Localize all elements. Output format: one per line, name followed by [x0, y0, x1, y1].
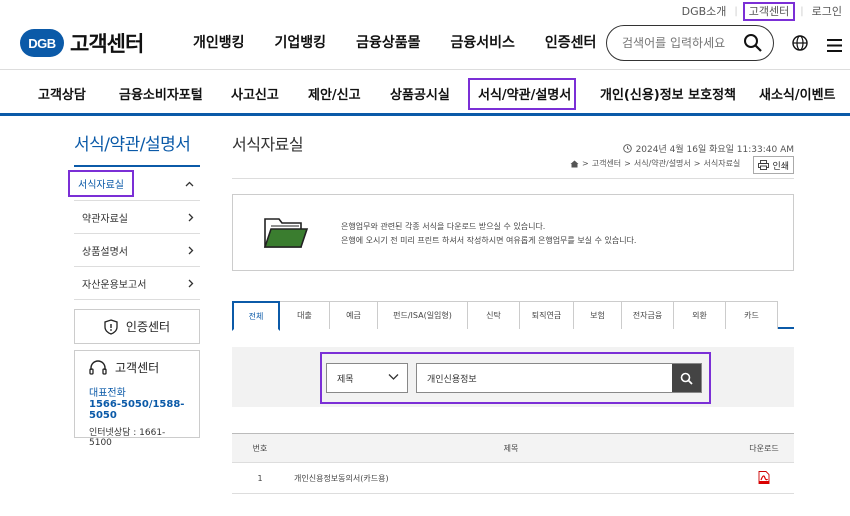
logo-text: 고객센터: [70, 32, 144, 56]
lnb-item-label: 상품설명서: [82, 246, 128, 258]
globe-icon[interactable]: [792, 35, 808, 55]
auth-center-label: 인증센터: [125, 320, 171, 334]
site-search-input[interactable]: [622, 36, 740, 50]
site-search: [606, 25, 774, 61]
col-title: 제목: [503, 443, 519, 453]
printer-icon: [758, 160, 770, 170]
pdf-download-icon[interactable]: [758, 470, 770, 484]
datetime-text: 2024년 4월 16일 화요일 11:33:40 AM: [635, 145, 794, 155]
breadcrumb-item[interactable]: 서식자료실: [703, 158, 740, 169]
print-button[interactable]: 인쇄: [753, 156, 794, 174]
row-download: [734, 470, 794, 486]
search-icon: [680, 372, 693, 385]
chevron-right-icon: [188, 246, 194, 254]
util-about-link[interactable]: DGB소개: [674, 3, 735, 19]
tab-e-banking[interactable]: 전자금융: [622, 301, 674, 329]
tab-pension[interactable]: 퇴직연금: [520, 301, 574, 329]
table-header: 번호 제목 다운로드: [232, 433, 794, 463]
tab-fund-isa[interactable]: 펀드/ISA(일임형): [378, 301, 468, 329]
lnb-item-forms[interactable]: 서식자료실: [68, 167, 200, 201]
util-cs-center-link[interactable]: 고객센터: [742, 2, 796, 21]
info-line-1: 은행업무와 관련된 각종 서식을 다운로드 받으실 수 있습니다.: [341, 222, 546, 231]
subnav-item[interactable]: 상품공시실: [390, 84, 450, 103]
header: DGB 고객센터 개인뱅킹 기업뱅킹 금융상품몰 금융서비스 인증센터: [0, 18, 850, 70]
gnb-item[interactable]: 금융서비스: [450, 32, 514, 52]
global-nav: 개인뱅킹 기업뱅킹 금융상품몰 금융서비스 인증센터: [193, 32, 626, 52]
search-query-input[interactable]: 개인신용정보: [416, 363, 702, 393]
row-no: 1: [257, 473, 263, 483]
lnb-title: 서식/약관/설명서: [74, 130, 200, 167]
logo-badge: DGB: [20, 29, 64, 57]
breadcrumb-separator: >: [693, 159, 701, 168]
tab-card[interactable]: 카드: [726, 301, 778, 329]
chevron-right-icon: [188, 279, 194, 287]
col-no: 번호: [252, 443, 268, 453]
home-icon[interactable]: [570, 160, 579, 168]
clock-icon: [622, 144, 632, 153]
tab-deposit[interactable]: 예금: [330, 301, 378, 329]
form-search-area: 제목 개인신용정보: [232, 347, 794, 407]
lnb-item-descriptions[interactable]: 상품설명서: [74, 234, 200, 267]
subnav-item-active[interactable]: 서식/약관/설명서: [478, 84, 571, 103]
cs-info-box: 고객센터 대표전화 1566-5050/1588-5050 인터넷상담 : 16…: [74, 350, 200, 448]
tab-all[interactable]: 전체: [232, 301, 280, 331]
sub-nav: 고객상담 금융소비자포털 사고신고 제안/신고 상품공시실 서식/약관/설명서 …: [0, 71, 850, 116]
subnav-item[interactable]: 새소식/이벤트: [759, 84, 836, 103]
cs-title: 고객센터: [115, 361, 160, 375]
hamburger-menu-icon[interactable]: [827, 37, 842, 56]
subnav-item[interactable]: 금융소비자포털: [119, 84, 203, 103]
search-icon[interactable]: [743, 33, 763, 57]
cs-phone: 1566-5050/1588-5050: [89, 399, 185, 421]
lnb-item-label: 약관자료실: [82, 213, 128, 225]
tab-forex[interactable]: 외환: [674, 301, 726, 329]
shield-icon: [104, 318, 118, 335]
info-box: 은행업무와 관련된 각종 서식을 다운로드 받으실 수 있습니다. 은행에 오시…: [232, 194, 794, 271]
title-divider: [232, 178, 794, 179]
gnb-item[interactable]: 인증센터: [545, 32, 597, 52]
logo[interactable]: DGB 고객센터: [20, 28, 144, 58]
gnb-item[interactable]: 개인뱅킹: [193, 32, 245, 52]
row-title[interactable]: 개인신용정보동의서(카드용): [288, 473, 734, 484]
headset-icon: [89, 359, 107, 375]
gnb-item[interactable]: 금융상품몰: [356, 32, 420, 52]
tab-insurance[interactable]: 보험: [574, 301, 622, 329]
tab-loan[interactable]: 대출: [280, 301, 330, 329]
chevron-up-icon: [185, 181, 194, 186]
auth-center-button[interactable]: 인증센터: [74, 309, 200, 344]
util-login-link[interactable]: 로그인: [804, 3, 850, 19]
search-category-select[interactable]: 제목: [326, 363, 408, 393]
page-title: 서식자료실: [232, 135, 304, 154]
subnav-item[interactable]: 개인(신용)정보 보호정책: [600, 84, 736, 103]
breadcrumb-item[interactable]: 고객센터: [592, 158, 621, 169]
lnb-item-label: 자산운용보고서: [82, 279, 147, 291]
cs-phone-label: 대표전화: [89, 388, 126, 399]
chevron-right-icon: [188, 213, 194, 221]
left-nav: 서식/약관/설명서 서식자료실 약관자료실 상품설명서 자산운용보고서: [68, 130, 200, 300]
subnav-item[interactable]: 고객상담: [38, 84, 86, 103]
col-download: 다운로드: [749, 443, 779, 453]
lnb-item-reports[interactable]: 자산운용보고서: [74, 267, 200, 300]
breadcrumb-item[interactable]: 서식/약관/설명서: [634, 158, 691, 169]
lnb-item-label: 서식자료실: [68, 170, 134, 197]
gnb-item[interactable]: 기업뱅킹: [275, 32, 327, 52]
table-row: 1 개인신용정보동의서(카드용): [232, 463, 794, 494]
cs-chat: 인터넷상담 : 1661-5100: [89, 428, 166, 448]
lnb-item-terms[interactable]: 약관자료실: [74, 201, 200, 234]
forms-table: 번호 제목 다운로드 1 개인신용정보동의서(카드용): [232, 433, 794, 494]
subnav-item[interactable]: 사고신고: [231, 84, 279, 103]
search-category-value: 제목: [337, 374, 354, 385]
subnav-item[interactable]: 제안/신고: [308, 84, 361, 103]
chevron-down-icon: [388, 374, 399, 380]
tab-trust[interactable]: 신탁: [468, 301, 520, 329]
breadcrumb-separator: >: [582, 159, 589, 168]
search-query-value: 개인신용정보: [427, 374, 477, 385]
info-line-2: 은행에 오시기 전 미리 프린트 하셔서 작성하시면 여유롭게 은행업무를 보실…: [341, 236, 637, 245]
print-label: 인쇄: [772, 161, 789, 172]
datetime: 2024년 4월 16일 화요일 11:33:40 AM: [622, 142, 794, 155]
breadcrumb-separator: >: [624, 159, 631, 168]
search-submit-button[interactable]: [672, 364, 701, 392]
breadcrumb: > 고객센터 > 서식/약관/설명서 > 서식자료실: [570, 158, 740, 169]
category-tabs: 전체 대출 예금 펀드/ISA(일임형) 신탁 퇴직연금 보험 전자금융 외환 …: [232, 301, 794, 331]
folder-icon: [263, 215, 309, 253]
